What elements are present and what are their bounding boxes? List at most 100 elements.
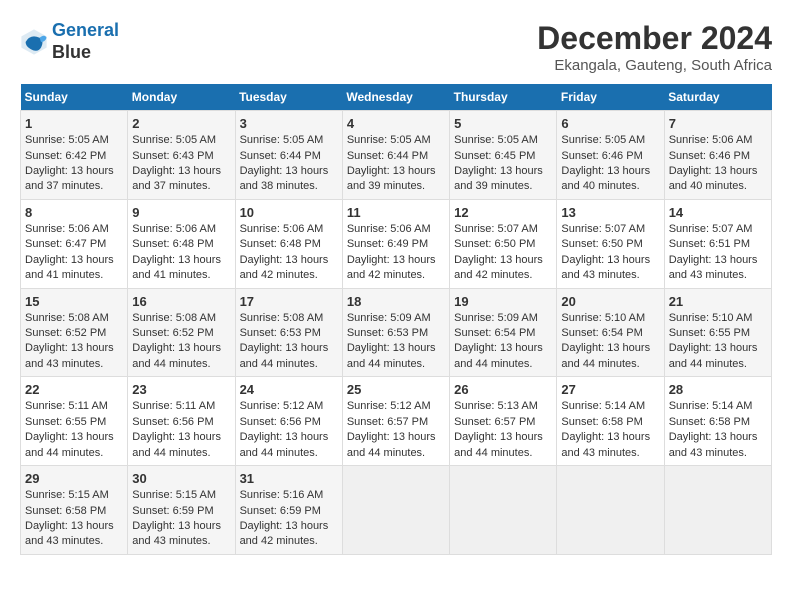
calendar-cell: 7Sunrise: 5:06 AMSunset: 6:46 PMDaylight… — [664, 111, 771, 200]
day-number: 8 — [25, 204, 123, 222]
day-number: 17 — [240, 293, 338, 311]
calendar-cell — [450, 466, 557, 555]
sunrise: Sunrise: 5:07 AM — [669, 223, 753, 235]
sunset: Sunset: 6:54 PM — [454, 327, 535, 339]
daylight: Daylight: 13 hours and 43 minutes. — [561, 431, 650, 458]
day-number: 1 — [25, 115, 123, 133]
sunrise: Sunrise: 5:05 AM — [25, 134, 109, 146]
sunrise: Sunrise: 5:09 AM — [347, 312, 431, 324]
day-header-monday: Monday — [128, 84, 235, 111]
sunrise: Sunrise: 5:11 AM — [132, 400, 215, 412]
daylight: Daylight: 13 hours and 43 minutes. — [561, 254, 650, 281]
daylight: Daylight: 13 hours and 44 minutes. — [132, 431, 221, 458]
day-number: 12 — [454, 204, 552, 222]
daylight: Daylight: 13 hours and 43 minutes. — [669, 254, 758, 281]
daylight: Daylight: 13 hours and 44 minutes. — [132, 342, 221, 369]
logo-icon — [20, 28, 48, 56]
day-number: 9 — [132, 204, 230, 222]
calendar-cell: 18Sunrise: 5:09 AMSunset: 6:53 PMDayligh… — [342, 288, 449, 377]
daylight: Daylight: 13 hours and 44 minutes. — [347, 342, 436, 369]
sunset: Sunset: 6:48 PM — [132, 238, 213, 250]
week-row-4: 22Sunrise: 5:11 AMSunset: 6:55 PMDayligh… — [21, 377, 772, 466]
sunset: Sunset: 6:55 PM — [25, 416, 106, 428]
calendar-cell: 8Sunrise: 5:06 AMSunset: 6:47 PMDaylight… — [21, 199, 128, 288]
day-header-sunday: Sunday — [21, 84, 128, 111]
calendar-cell: 20Sunrise: 5:10 AMSunset: 6:54 PMDayligh… — [557, 288, 664, 377]
day-number: 27 — [561, 381, 659, 399]
week-row-2: 8 Sunrise: 5:06 AM Sunset: 6:47 PM Daylight… — [21, 199, 772, 288]
calendar-cell: 6Sunrise: 5:05 AMSunset: 6:46 PMDaylight… — [557, 111, 664, 200]
sunset: Sunset: 6:56 PM — [132, 416, 213, 428]
calendar-cell: 24Sunrise: 5:12 AMSunset: 6:56 PMDayligh… — [235, 377, 342, 466]
sunset: Sunset: 6:47 PM — [25, 238, 106, 250]
calendar-cell: 25Sunrise: 5:12 AMSunset: 6:57 PMDayligh… — [342, 377, 449, 466]
day-number: 26 — [454, 381, 552, 399]
sunset: Sunset: 6:53 PM — [347, 327, 428, 339]
sunset: Sunset: 6:46 PM — [561, 150, 642, 162]
daylight: Daylight: 13 hours and 44 minutes. — [561, 342, 650, 369]
day-number: 2 — [132, 115, 230, 133]
calendar-cell: 3Sunrise: 5:05 AMSunset: 6:44 PMDaylight… — [235, 111, 342, 200]
daylight: Daylight: 13 hours and 44 minutes. — [669, 342, 758, 369]
calendar-cell: 30Sunrise: 5:15 AMSunset: 6:59 PMDayligh… — [128, 466, 235, 555]
week-row-5: 29Sunrise: 5:15 AMSunset: 6:58 PMDayligh… — [21, 466, 772, 555]
calendar-cell: 11Sunrise: 5:06 AMSunset: 6:49 PMDayligh… — [342, 199, 449, 288]
day-number: 25 — [347, 381, 445, 399]
calendar-cell: 28Sunrise: 5:14 AMSunset: 6:58 PMDayligh… — [664, 377, 771, 466]
week-row-3: 15Sunrise: 5:08 AMSunset: 6:52 PMDayligh… — [21, 288, 772, 377]
sunset: Sunset: 6:56 PM — [240, 416, 321, 428]
sunset: Sunset: 6:48 PM — [240, 238, 321, 250]
subtitle: Ekangala, Gauteng, South Africa — [537, 57, 772, 74]
day-number: 3 — [240, 115, 338, 133]
sunset: Sunset: 6:43 PM — [132, 150, 213, 162]
day-number: 24 — [240, 381, 338, 399]
day-header-friday: Friday — [557, 84, 664, 111]
sunrise: Sunrise: 5:14 AM — [561, 400, 645, 412]
calendar-cell — [342, 466, 449, 555]
sunset: Sunset: 6:50 PM — [454, 238, 535, 250]
sunset: Sunset: 6:42 PM — [25, 150, 106, 162]
day-header-wednesday: Wednesday — [342, 84, 449, 111]
sunrise: Sunrise: 5:05 AM — [454, 134, 538, 146]
daylight: Daylight: 13 hours and 44 minutes. — [240, 342, 329, 369]
sunset: Sunset: 6:54 PM — [561, 327, 642, 339]
sunset: Sunset: 6:49 PM — [347, 238, 428, 250]
calendar-cell: 2Sunrise: 5:05 AM Sunset: 6:43 PM Daylight… — [128, 111, 235, 200]
sunrise: Sunrise: 5:08 AM — [25, 312, 109, 324]
sunrise: Sunrise: 5:13 AM — [454, 400, 538, 412]
daylight: Daylight: 13 hours and 37 minutes. — [132, 165, 221, 192]
calendar-cell: 26Sunrise: 5:13 AMSunset: 6:57 PMDayligh… — [450, 377, 557, 466]
sunrise: Sunrise: 5:07 AM — [454, 223, 538, 235]
calendar-cell: 29Sunrise: 5:15 AMSunset: 6:58 PMDayligh… — [21, 466, 128, 555]
daylight: Daylight: 13 hours and 40 minutes. — [669, 165, 758, 192]
sunset: Sunset: 6:58 PM — [669, 416, 750, 428]
sunset: Sunset: 6:51 PM — [669, 238, 750, 250]
daylight: Daylight: 13 hours and 44 minutes. — [454, 431, 543, 458]
calendar-cell: 27Sunrise: 5:14 AM Sunset: 6:58 PM Dayligh… — [557, 377, 664, 466]
day-number: 14 — [669, 204, 767, 222]
day-number: 11 — [347, 204, 445, 222]
calendar-cell — [557, 466, 664, 555]
daylight: Daylight: 13 hours and 41 minutes. — [25, 254, 114, 281]
daylight: Daylight: 13 hours and 43 minutes. — [669, 431, 758, 458]
sunrise: Sunrise: 5:05 AM — [132, 134, 216, 146]
day-number: 19 — [454, 293, 552, 311]
daylight: Daylight: 13 hours and 39 minutes. — [454, 165, 543, 192]
day-number: 10 — [240, 204, 338, 222]
sunset: Sunset: 6:58 PM — [561, 416, 642, 428]
day-number: 20 — [561, 293, 659, 311]
calendar-cell: 17Sunrise: 5:08 AMSunset: 6:53 PMDayligh… — [235, 288, 342, 377]
day-number: 13 — [561, 204, 659, 222]
daylight: Daylight: 13 hours and 44 minutes. — [240, 431, 329, 458]
day-number: 23 — [132, 381, 230, 399]
sunrise: Sunrise: 5:15 AM — [25, 489, 109, 501]
calendar-cell: 22Sunrise: 5:11 AMSunset: 6:55 PMDayligh… — [21, 377, 128, 466]
title-block: December 2024 Ekangala, Gauteng, South A… — [537, 20, 772, 74]
daylight: Daylight: 13 hours and 37 minutes. — [25, 165, 114, 192]
daylight: Daylight: 13 hours and 42 minutes. — [240, 520, 329, 547]
sunset: Sunset: 6:55 PM — [669, 327, 750, 339]
sunset: Sunset: 6:44 PM — [347, 150, 428, 162]
days-header-row: SundayMondayTuesdayWednesdayThursdayFrid… — [21, 84, 772, 111]
day-header-tuesday: Tuesday — [235, 84, 342, 111]
sunrise: Sunrise: 5:06 AM — [240, 223, 324, 235]
